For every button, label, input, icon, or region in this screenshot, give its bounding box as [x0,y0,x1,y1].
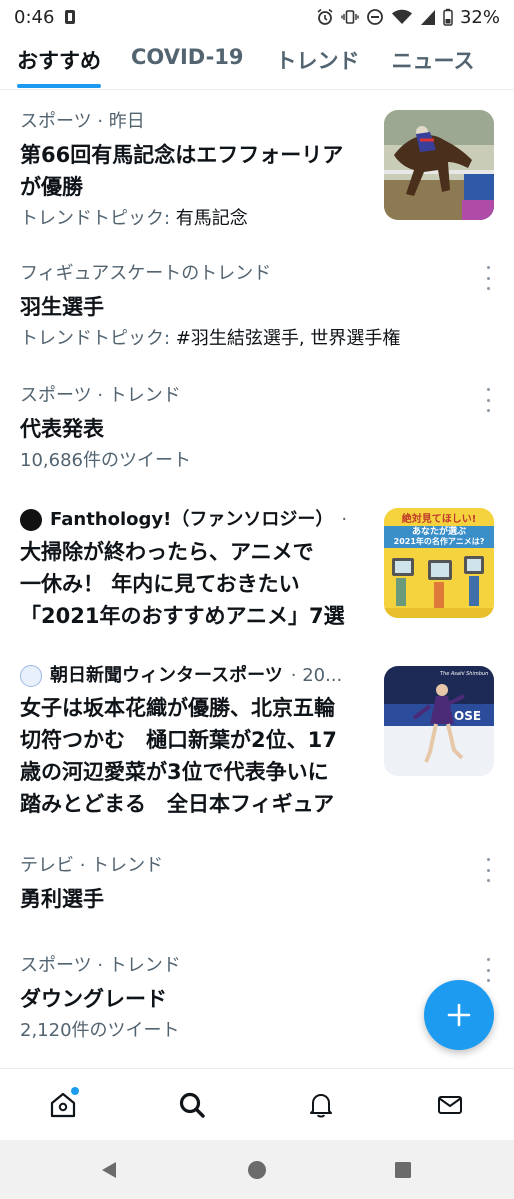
more-options-icon[interactable] [484,266,492,290]
trend-item-hanyu[interactable]: フィギュアスケートのトレンド 羽生選手 トレンドトピック: #羽生結弦選手, 世… [20,262,494,362]
system-home-button[interactable] [244,1157,270,1183]
vibrate-icon [341,8,359,26]
do-not-disturb-icon [366,8,384,26]
home-circle-icon [248,1161,266,1179]
tab-label: おすすめ [17,49,101,73]
system-recents-button[interactable] [390,1157,416,1183]
recents-square-icon [395,1162,411,1178]
trend-meta: フィギュアスケートのトレンド [20,263,272,284]
tab-covid-19[interactable]: COVID-19 [131,34,244,89]
tab-label: COVID-19 [131,45,244,69]
headline-line: 切符つかむ 樋口新葉が2位、17 [20,728,337,752]
news-headline: 女子は坂本花織が優勝、北京五輪 切符つかむ 樋口新葉が2位、17 歳の河辺愛菜が… [20,692,370,820]
trend-item-downgrade[interactable]: スポーツ · トレンド ダウングレード 2,120件のツイート [20,954,494,1054]
figure-skater-thumbnail[interactable]: OSE The Asahi Shimbun [384,666,494,776]
thumb-text-mid: あなたが選ぶ [411,527,466,537]
explore-tabs: おすすめ COVID-19 トレンド ニュース [0,34,514,90]
back-triangle-icon [102,1162,116,1178]
news-headline: 大掃除が終わったら、アニメで 一休み！ 年内に見ておきたい 「2021年のおすす… [20,536,370,632]
trend-title: 代表発表 [20,417,104,441]
anime-article-thumbnail[interactable]: 絶対見てほしい! あなたが選ぶ 2021年の名作アニメは? [384,508,494,618]
trend-title: 羽生選手 [20,295,104,319]
notification-app-icon [64,9,76,25]
trend-topic-value: 有馬記念 [175,208,248,229]
more-options-icon[interactable] [484,858,492,882]
fanthology-avatar [20,509,42,531]
asahi-winter-sports-avatar [20,665,42,687]
tab-label: ニュース [391,49,475,73]
headline-line: 「2021年のおすすめアニメ」7選 [20,604,345,628]
trend-topic-label: トレンドトピック: [20,328,176,349]
headline-line: 一休み！ 年内に見ておきたい [20,572,300,596]
headline-line: 歳の河辺愛菜が3位で代表争いに [20,760,329,784]
search-icon [179,1092,205,1118]
nav-notifications[interactable] [303,1087,339,1123]
headline-line: 女子は坂本花織が優勝、北京五輪 [20,696,335,720]
source-name: Fanthology!（ファンソロジー） [50,509,334,530]
source-name: 朝日新聞ウィンタースポーツ [50,665,283,686]
more-options-icon[interactable] [484,958,492,982]
tab-label: トレンド [275,49,360,73]
unread-indicator-dot [71,1087,79,1095]
trend-topic: トレンドトピック: #羽生結弦選手, 世界選手権 [20,327,494,351]
nav-search[interactable] [174,1087,210,1123]
thumb-text-bottom: 2021年の名作アニメは? [393,537,485,546]
news-item-anime[interactable]: Fanthology!（ファンソロジー） · 大掃除が終わったら、アニメで 一休… [20,508,494,628]
nav-messages[interactable] [432,1087,468,1123]
svg-text:OSE: OSE [454,709,481,723]
signal-icon [420,8,436,26]
trend-meta: スポーツ · トレンド [20,955,181,976]
thumb-text-top: 絶対見てほしい! [401,514,477,525]
bottom-navigation [0,1068,514,1140]
mail-icon [438,1096,462,1114]
more-options-icon[interactable] [484,388,492,412]
source-separator: · [341,509,348,530]
trend-title: ダウングレード [20,987,167,1011]
headline-line: 踏みとどまる 全日本フィギュア [20,792,335,816]
headline-line: 大掃除が終わったら、アニメで [20,540,314,564]
source-timestamp: · 20... [290,665,343,686]
nav-home[interactable] [45,1087,81,1123]
alarm-icon [316,8,334,26]
system-back-button[interactable] [96,1157,122,1183]
trend-item-arima[interactable]: スポーツ · 昨日 第66回有馬記念はエフフォーリア が優勝 トレンドトピック:… [20,110,494,240]
trend-meta: テレビ · トレンド [20,855,164,876]
status-bar: 0:46 32% [0,0,514,34]
tweet-count: 10,686件のツイート [20,450,191,471]
horse-race-thumbnail[interactable] [384,110,494,220]
news-item-figure-skating[interactable]: 朝日新聞ウィンタースポーツ · 20... 女子は坂本花織が優勝、北京五輪 切符… [20,664,494,816]
tweet-count: 2,120件のツイート [20,1020,180,1041]
active-tab-indicator [17,84,101,88]
trend-item-yuri[interactable]: テレビ · トレンド 勇利選手 [20,854,494,924]
trend-meta: スポーツ · トレンド [20,385,181,406]
tab-news[interactable]: ニュース [391,34,475,89]
tab-recommended[interactable]: おすすめ [17,34,101,89]
battery-percent: 32% [459,6,500,28]
status-time: 0:46 [14,6,55,28]
tab-trends[interactable]: トレンド [275,34,360,89]
trend-item-daihyo[interactable]: スポーツ · トレンド 代表発表 10,686件のツイート [20,384,494,484]
trend-topic-value: #羽生結弦選手, 世界選手権 [175,328,401,349]
thumb-caption: The Asahi Shimbun [440,671,489,677]
plus-icon [447,1003,471,1027]
wifi-icon [391,8,413,26]
compose-tweet-button[interactable] [424,980,494,1050]
battery-icon [443,8,453,26]
trend-title: 勇利選手 [20,887,104,911]
system-navigation-bar [0,1140,514,1199]
bell-icon [310,1094,332,1118]
trend-topic-label: トレンドトピック: [20,208,176,229]
